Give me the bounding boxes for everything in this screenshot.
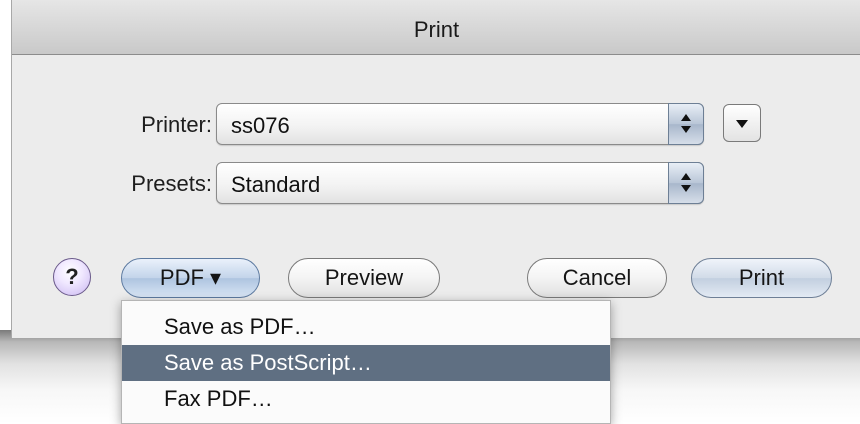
print-dialog: Print Printer: ss076 Presets: Standard ?… bbox=[11, 0, 860, 338]
title-bar: Print bbox=[12, 0, 860, 55]
expand-dialog-button[interactable] bbox=[723, 104, 761, 142]
pdf-dropdown-menu: Save as PDF… Save as PostScript… Fax PDF… bbox=[121, 300, 611, 424]
printer-popup[interactable]: ss076 bbox=[216, 103, 704, 145]
presets-label: Presets: bbox=[131, 171, 212, 196]
arrow-up-icon bbox=[681, 173, 691, 180]
printer-label: Printer: bbox=[141, 112, 212, 137]
printer-stepper-icon bbox=[668, 103, 704, 145]
cancel-button[interactable]: Cancel bbox=[527, 258, 667, 298]
disclosure-triangle-icon bbox=[736, 120, 748, 128]
help-button[interactable]: ? bbox=[53, 258, 91, 296]
arrow-down-icon bbox=[681, 126, 691, 133]
menu-item-fax-pdf[interactable]: Fax PDF… bbox=[122, 381, 610, 417]
menu-item-save-as-postscript[interactable]: Save as PostScript… bbox=[122, 345, 610, 381]
arrow-up-icon bbox=[681, 114, 691, 121]
dialog-title: Print bbox=[413, 17, 460, 42]
pdf-menu-button[interactable]: PDF ▾ bbox=[121, 258, 260, 298]
printer-value: ss076 bbox=[231, 113, 290, 138]
preview-button[interactable]: Preview bbox=[288, 258, 440, 298]
presets-popup[interactable]: Standard bbox=[216, 162, 704, 204]
presets-value: Standard bbox=[231, 172, 321, 197]
presets-stepper-icon bbox=[668, 162, 704, 204]
print-screen: Print Printer: ss076 Presets: Standard ?… bbox=[0, 0, 860, 424]
arrow-down-icon bbox=[681, 185, 691, 192]
menu-item-save-as-pdf[interactable]: Save as PDF… bbox=[122, 309, 610, 345]
print-button[interactable]: Print bbox=[691, 258, 832, 298]
